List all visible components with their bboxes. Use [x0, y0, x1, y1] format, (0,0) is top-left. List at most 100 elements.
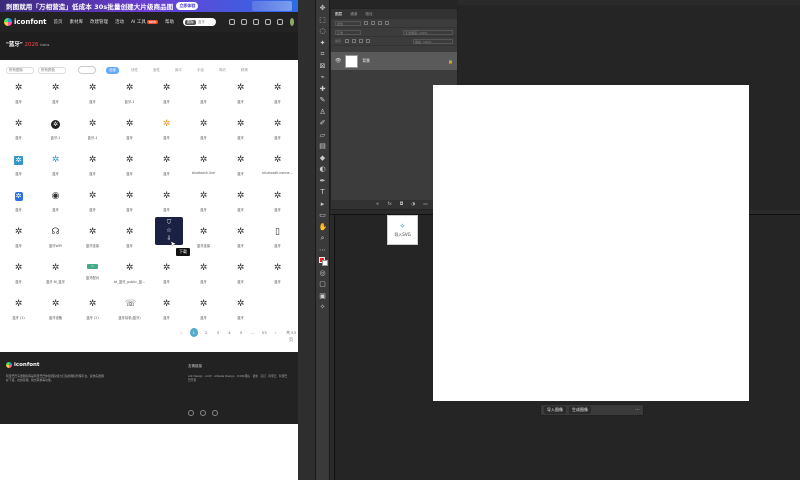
promo-cta-button[interactable]: 立即体验 — [176, 2, 199, 10]
type-tool-icon[interactable]: T — [319, 188, 327, 196]
weibo-icon[interactable] — [188, 410, 194, 416]
icon-card[interactable]: ✲ 蓝牙 — [0, 116, 37, 152]
bell-icon[interactable] — [276, 19, 283, 25]
icon-card[interactable]: ✲ 蓝牙 — [185, 188, 222, 224]
gradient-tool-icon[interactable]: ▤ — [319, 142, 327, 150]
filter-shape-icon[interactable] — [385, 21, 389, 25]
move-tool-icon[interactable]: ✥ — [319, 4, 327, 12]
icon-card[interactable]: ✲ 蓝牙 — [185, 80, 222, 116]
heart-icon[interactable] — [252, 19, 259, 25]
page-button[interactable]: 3 — [215, 329, 222, 336]
icon-card[interactable]: ✲ 蓝牙 — [111, 224, 148, 260]
page-button[interactable]: 53 — [261, 329, 268, 336]
icon-card[interactable]: ✲ bluetooth-line — [185, 152, 222, 188]
color-dropdown[interactable]: 所有颜色 — [38, 66, 66, 74]
new-group-icon[interactable]: ▭ — [423, 202, 427, 207]
lasso-tool-icon[interactable]: ◌ — [319, 27, 327, 35]
icon-card[interactable]: ✲ 蓝牙 — [222, 80, 259, 116]
color-swatches[interactable] — [318, 257, 328, 266]
filter-type-icon[interactable] — [378, 21, 382, 25]
blur-tool-icon[interactable]: ◆ — [319, 154, 327, 162]
icon-card[interactable]: ✲ 蓝牙 — [37, 80, 74, 116]
nav-library[interactable]: 素材库 — [70, 19, 84, 25]
icon-card[interactable]: ✲ 蓝牙 — [148, 116, 185, 152]
icon-card[interactable]: ✲ 蓝牙-1 — [37, 116, 74, 152]
tab-line[interactable]: 线性 — [128, 67, 141, 74]
layer-kind-filter[interactable]: 类型 — [335, 20, 361, 26]
icon-card[interactable]: ✲ 蓝牙 (1) — [0, 296, 37, 332]
stamp-tool-icon[interactable]: ♙ — [319, 108, 327, 116]
screen-mode-icon[interactable]: ▢ — [319, 280, 327, 288]
icon-card[interactable]: ✲ 蓝牙 — [111, 152, 148, 188]
layer-mask-icon[interactable]: ◘ — [400, 202, 404, 207]
page-button[interactable]: 2 — [203, 329, 210, 336]
quick-mask-icon[interactable]: ◎ — [319, 269, 327, 277]
icon-card[interactable]: ☊ 蓝牙WiFi — [37, 224, 74, 260]
more-options-icon[interactable]: ⋯ — [635, 407, 640, 413]
tab-hand[interactable]: 手绘 — [194, 67, 207, 74]
eraser-icon[interactable]: ▱ — [319, 131, 327, 139]
icon-card[interactable]: ✲ 蓝牙 — [148, 152, 185, 188]
import-image-button[interactable]: 导入图像 — [544, 406, 566, 414]
crop-tool-icon[interactable]: ⌗ — [319, 50, 327, 58]
page-button[interactable]: 4 — [226, 329, 233, 336]
icon-card[interactable]: ✲ 蓝牙 — [185, 260, 222, 296]
page-button[interactable]: … — [249, 329, 256, 336]
icon-card[interactable]: ☏ 蓝牙耳机(蓝牙) — [111, 296, 148, 332]
icon-card[interactable]: ✲ 蓝牙 — [74, 188, 111, 224]
brush-tool-icon[interactable]: ✎ — [319, 96, 327, 104]
plugin-icon[interactable]: ✧ — [319, 303, 327, 311]
import-svg-button[interactable]: ⟡ 导入SVG — [387, 215, 418, 245]
icon-card[interactable] — [259, 296, 296, 332]
icon-card[interactable]: ✲ 蓝牙 — [222, 296, 259, 332]
nav-home[interactable]: 首页 — [54, 19, 63, 25]
icon-card[interactable]: ✲ 蓝牙 — [0, 224, 37, 260]
icon-card[interactable]: ✲ 蓝牙 — [185, 116, 222, 152]
icon-card[interactable]: ✲ 蓝牙 — [259, 116, 296, 152]
icon-card[interactable]: ✲ 蓝牙 — [222, 188, 259, 224]
icon-card[interactable]: ✲ 蓝牙 — [222, 116, 259, 152]
icon-type-dropdown[interactable]: 所有图标 — [6, 66, 34, 74]
github-icon[interactable] — [200, 410, 206, 416]
visibility-eye-icon[interactable]: 👁 — [335, 58, 341, 64]
zoom-tool-icon[interactable]: ⌕ — [319, 234, 327, 242]
tab-simple[interactable]: 简约 — [216, 67, 229, 74]
page-button[interactable]: › — [273, 329, 280, 336]
hand-tool-icon[interactable]: ✋ — [319, 223, 328, 231]
search-input[interactable]: 图标 蓝牙 — [182, 18, 216, 26]
icon-hover-card[interactable]: ⛉ ☆ ⇩ — [155, 217, 183, 245]
tab-channels[interactable]: 通道 — [350, 12, 357, 17]
icon-card[interactable]: ✲ 蓝牙 — [148, 80, 185, 116]
icon-card[interactable]: ✲ 蓝牙 (2) — [74, 296, 111, 332]
icon-card[interactable]: ✲ 蓝牙 — [0, 152, 37, 188]
page-button[interactable]: ‹ — [178, 329, 185, 336]
icon-card[interactable]: ✲ 蓝牙 — [185, 296, 222, 332]
icon-card[interactable]: ✲ 蓝牙 — [259, 80, 296, 116]
icon-card[interactable]: ▭ 蓝牙配对 — [74, 260, 111, 296]
footer-links[interactable]: Ant Design · AntV · Alibaba Design · ICO… — [188, 374, 288, 382]
avatar[interactable] — [289, 18, 294, 26]
magic-wand-icon[interactable]: ✦ — [319, 39, 327, 47]
shape-tool-icon[interactable]: ▭ — [319, 211, 327, 219]
icon-card[interactable]: ✲ 蓝牙 — [0, 188, 37, 224]
frame-tool-icon[interactable]: ⊠ — [319, 62, 327, 70]
artboard-icon[interactable]: ▣ — [319, 292, 327, 300]
document-canvas[interactable] — [433, 85, 749, 401]
tab-paths[interactable]: 路径 — [365, 12, 372, 17]
icon-card[interactable]: ✲ bluetooth-conne... — [259, 152, 296, 188]
add-to-cart-icon[interactable]: ⛉ — [167, 220, 172, 226]
icon-card[interactable]: ✲ 蓝牙 — [0, 80, 37, 116]
icon-card[interactable]: ✲ 蓝牙 — [222, 260, 259, 296]
icon-card[interactable]: ▯ 蓝牙 — [259, 224, 296, 260]
icon-card[interactable]: ✲ 蓝牙 Bl_蓝牙 — [37, 260, 74, 296]
upload-icon[interactable] — [228, 19, 235, 25]
cart-icon[interactable] — [264, 19, 271, 25]
lock-all-icon[interactable] — [366, 39, 371, 43]
nav-ai-tools[interactable]: AI 工具 NEW — [131, 19, 158, 25]
marquee-tool-icon[interactable]: ⬚ — [319, 16, 327, 24]
blend-mode-select[interactable]: 正常 — [335, 29, 361, 35]
page-button[interactable]: 1 — [189, 328, 199, 337]
adjustment-layer-icon[interactable]: ◑ — [411, 202, 415, 207]
path-select-icon[interactable]: ▸ — [319, 200, 327, 208]
icon-card[interactable]: ✲ 蓝牙连接 — [74, 224, 111, 260]
